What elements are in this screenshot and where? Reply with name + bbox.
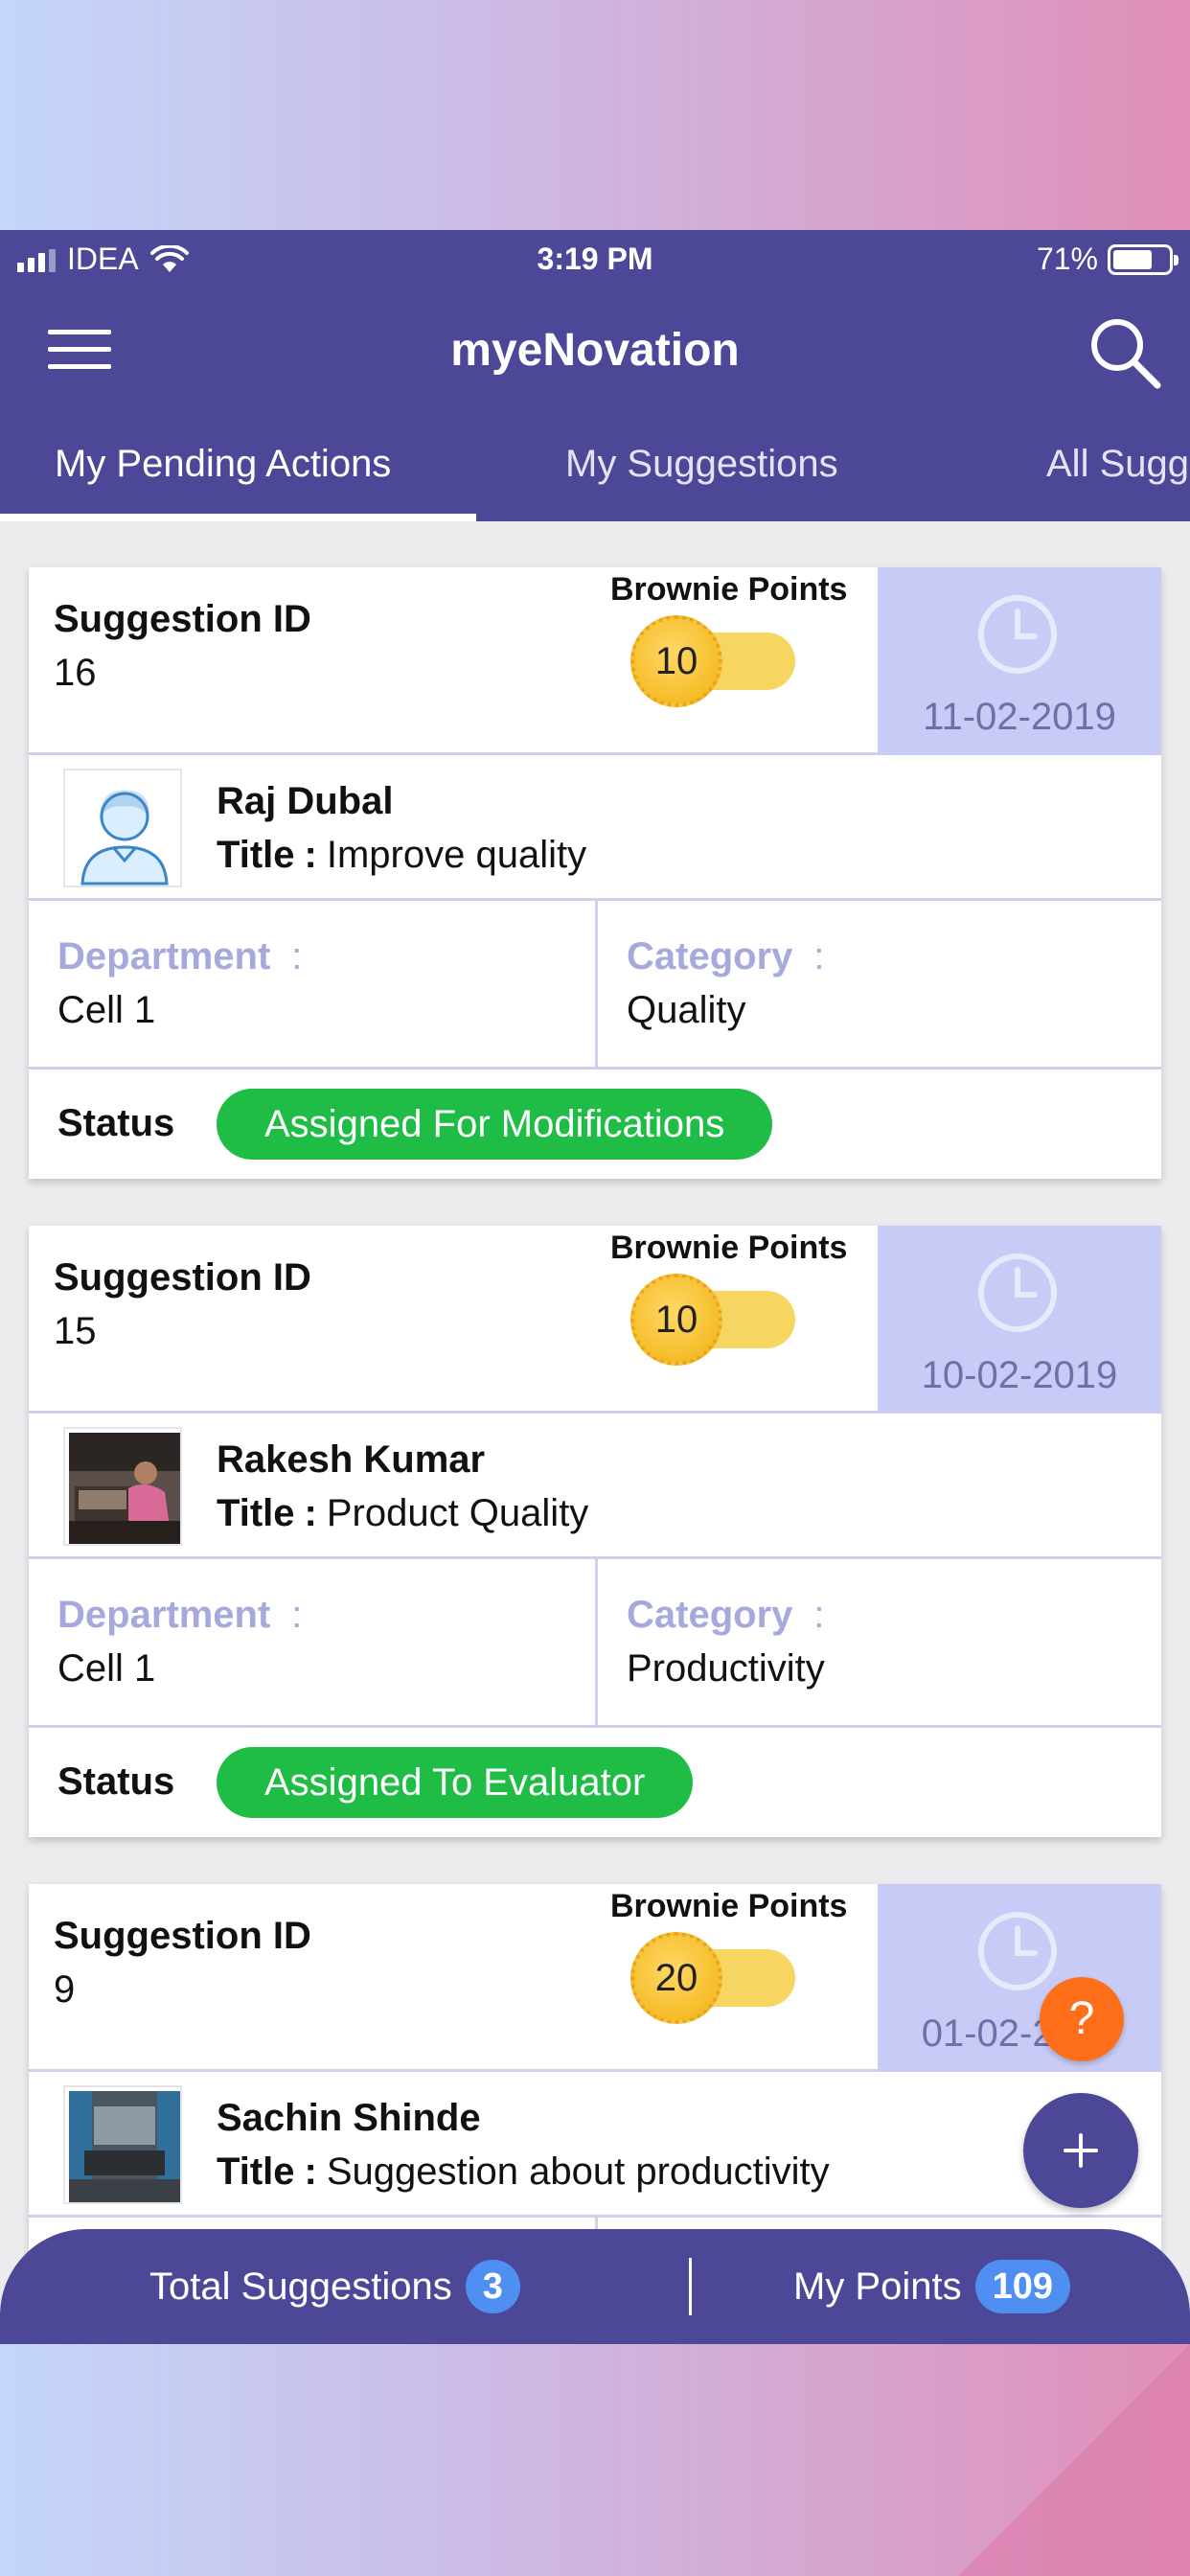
bottom-bar-divider [689, 2258, 692, 2315]
brownie-points-badge: 10 [630, 615, 797, 707]
background-top [0, 0, 1190, 230]
tab-bar: My Pending Actions My Suggestions All Su… [0, 414, 1190, 521]
category-label-row: Category: [627, 935, 825, 978]
suggestion-id-value: 9 [54, 1968, 76, 2011]
department-value: Cell 1 [57, 1647, 156, 1690]
tab-all-suggestions[interactable]: All Sugg [1046, 443, 1189, 486]
category-label: Category [627, 1594, 793, 1636]
department-label: Department [57, 935, 271, 978]
department-label: Department [57, 1594, 271, 1636]
brownie-points-label: Brownie Points [610, 571, 848, 608]
department-value: Cell 1 [57, 989, 156, 1031]
suggestion-title: Improve quality [326, 834, 587, 876]
active-tab-indicator [0, 514, 476, 521]
title-colon: : [304, 2150, 317, 2193]
suggestion-date: 11-02-2019 [923, 696, 1116, 738]
department-label-row: Department: [57, 935, 302, 978]
status-time: 3:19 PM [537, 242, 653, 276]
total-suggestions-label: Total Suggestions [149, 2265, 452, 2308]
date-box: 10-02-2019 [878, 1226, 1161, 1414]
suggestion-card[interactable]: Suggestion ID 15 Brownie Points 10 10-02… [29, 1226, 1161, 1837]
category-colon: : [813, 935, 825, 978]
status-badge: Assigned To Evaluator [217, 1747, 694, 1818]
status-badge: Assigned For Modifications [217, 1089, 773, 1160]
status-label: Status [57, 1102, 175, 1144]
meta-divider [595, 1559, 598, 1725]
suggestion-date: 10-02-2019 [921, 1354, 1118, 1396]
title-colon: : [304, 1492, 317, 1534]
brownie-points-value: 20 [630, 1932, 722, 2024]
title-label: Title [217, 2150, 295, 2193]
background-bottom [0, 2344, 1190, 2576]
my-points-count: 109 [974, 2260, 1071, 2313]
default-user-icon [63, 769, 182, 887]
category-label-row: Category: [627, 1594, 825, 1637]
category-value: Quality [627, 989, 746, 1031]
my-points[interactable]: My Points 109 [793, 2260, 1071, 2313]
clock-icon [978, 1254, 1057, 1332]
brownie-points-badge: 10 [630, 1274, 797, 1366]
add-suggestion-button[interactable] [1023, 2093, 1138, 2208]
date-box: 01-02-2019 [878, 1884, 1161, 2072]
tab-my-pending-actions[interactable]: My Pending Actions [55, 443, 391, 486]
app-title: myeNovation [450, 325, 740, 376]
suggestion-id-label: Suggestion ID [54, 1256, 311, 1299]
total-suggestions-count: 3 [465, 2260, 520, 2313]
user-photo [63, 1427, 182, 1546]
category-colon: : [813, 1594, 825, 1636]
phone-screen: IDEA 3:19 PM 71% myeNovation My Pending … [0, 230, 1190, 2344]
battery-icon [1108, 243, 1179, 275]
submitter-name: Sachin Shinde [217, 2097, 481, 2139]
suggestion-title-row: Title: Suggestion about productivity [217, 2150, 830, 2194]
department-label-row: Department: [57, 1594, 302, 1637]
meta-divider [595, 901, 598, 1067]
plus-icon [1064, 2133, 1098, 2168]
date-box: 11-02-2019 [878, 567, 1161, 755]
suggestion-id-label: Suggestion ID [54, 1915, 311, 1957]
brownie-points-label: Brownie Points [610, 1230, 848, 1266]
battery-percent: 71% [1036, 242, 1098, 276]
title-label: Title [217, 1492, 295, 1534]
tab-my-suggestions[interactable]: My Suggestions [565, 443, 838, 486]
department-colon: : [291, 935, 303, 978]
brownie-points-badge: 20 [630, 1932, 797, 2024]
category-value: Productivity [627, 1647, 825, 1690]
suggestion-id-value: 15 [54, 1310, 97, 1352]
clock-icon [978, 595, 1057, 674]
department-colon: : [291, 1594, 303, 1636]
brownie-points-label: Brownie Points [610, 1888, 848, 1924]
status-label: Status [57, 1760, 175, 1803]
my-points-label: My Points [793, 2265, 962, 2308]
search-icon[interactable] [1085, 312, 1165, 393]
suggestion-id-value: 16 [54, 652, 97, 694]
bottom-summary-bar: Total Suggestions 3 My Points 109 [0, 2229, 1190, 2344]
suggestion-title-row: Title: Improve quality [217, 834, 586, 877]
user-photo [63, 2085, 182, 2204]
suggestion-id-label: Suggestion ID [54, 598, 311, 640]
submitter-name: Rakesh Kumar [217, 1438, 486, 1481]
help-button[interactable]: ? [1040, 1977, 1124, 2061]
suggestion-card[interactable]: Suggestion ID 16 Brownie Points 10 11-02… [29, 567, 1161, 1179]
title-colon: : [304, 834, 317, 876]
title-label: Title [217, 834, 295, 876]
app-bar: myeNovation [0, 289, 1190, 414]
brownie-points-value: 10 [630, 1274, 722, 1366]
brownie-points-value: 10 [630, 615, 722, 707]
suggestion-title: Product Quality [326, 1492, 589, 1534]
total-suggestions[interactable]: Total Suggestions 3 [149, 2260, 520, 2313]
status-bar: IDEA 3:19 PM 71% [0, 230, 1190, 289]
submitter-name: Raj Dubal [217, 780, 394, 822]
clock-icon [978, 1912, 1057, 1990]
suggestion-title-row: Title: Product Quality [217, 1492, 588, 1535]
suggestion-title: Suggestion about productivity [326, 2150, 830, 2193]
category-label: Category [627, 935, 793, 978]
